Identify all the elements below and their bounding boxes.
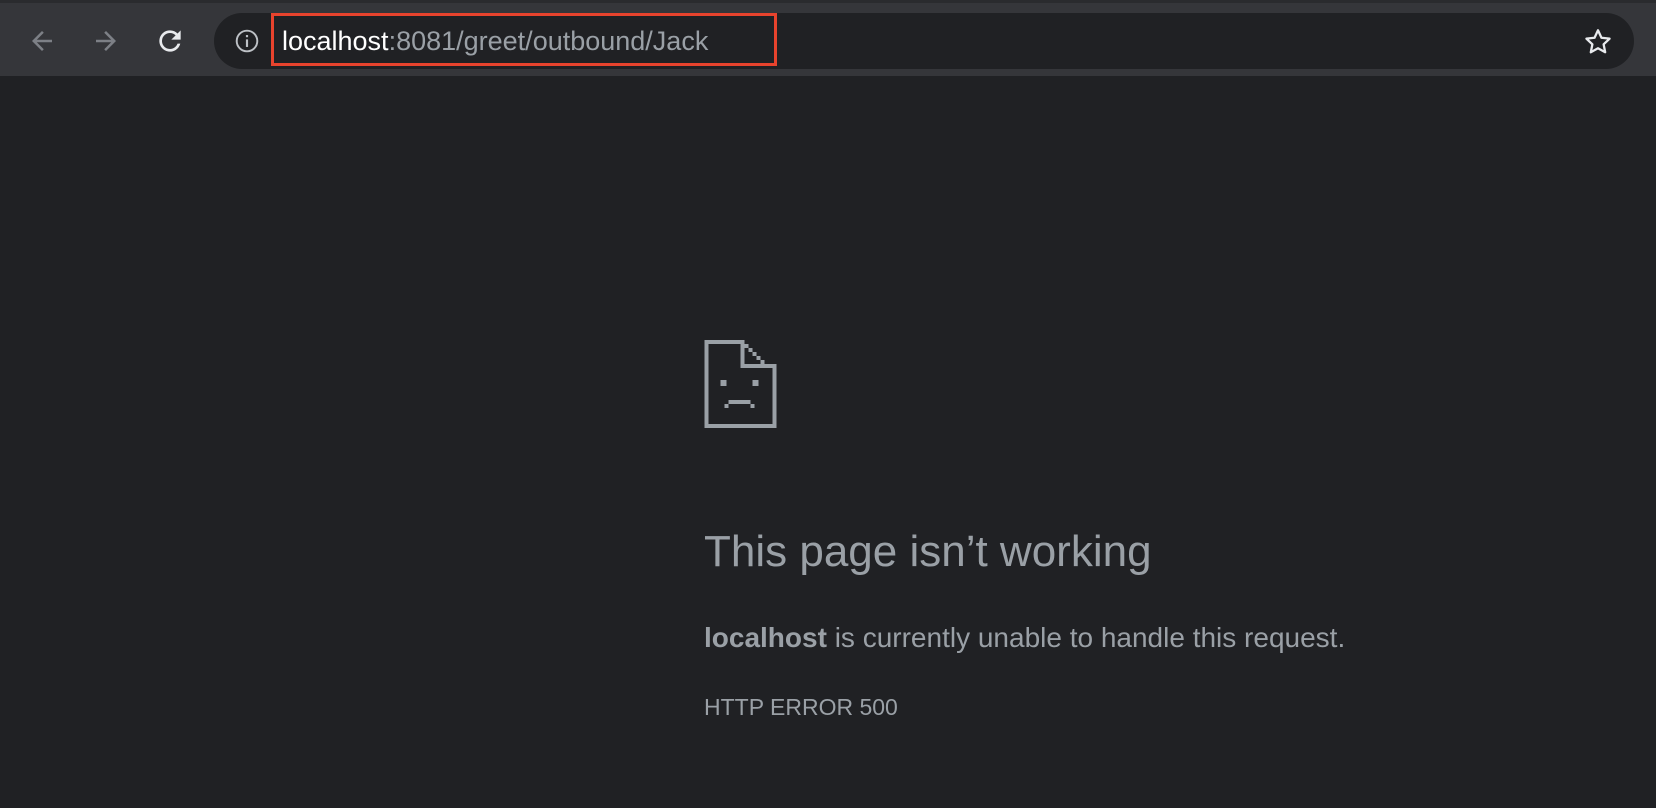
reload-button[interactable] — [148, 19, 192, 63]
browser-toolbar: localhost:8081/greet/outbound/Jack — [0, 0, 1656, 76]
arrow-left-icon — [32, 31, 52, 51]
url-text[interactable]: localhost:8081/greet/outbound/Jack — [282, 24, 708, 58]
reload-icon — [159, 30, 181, 52]
url-host: localhost — [282, 26, 389, 56]
error-code: HTTP ERROR 500 — [704, 694, 898, 720]
error-message: localhost is currently unable to handle … — [704, 620, 1345, 656]
sad-document-icon — [704, 340, 777, 428]
error-message-host: localhost — [704, 622, 827, 653]
back-button[interactable] — [20, 19, 64, 63]
url-path: :8081/greet/outbound/Jack — [388, 26, 709, 56]
error-message-text: is currently unable to handle this reque… — [826, 622, 1346, 653]
address-bar[interactable]: localhost:8081/greet/outbound/Jack — [214, 13, 1634, 69]
forward-button[interactable] — [84, 19, 128, 63]
info-icon[interactable] — [234, 28, 260, 54]
star-icon[interactable] — [1582, 26, 1614, 58]
error-title: This page isn’t working — [704, 527, 1152, 576]
arrow-right-icon — [96, 31, 116, 51]
